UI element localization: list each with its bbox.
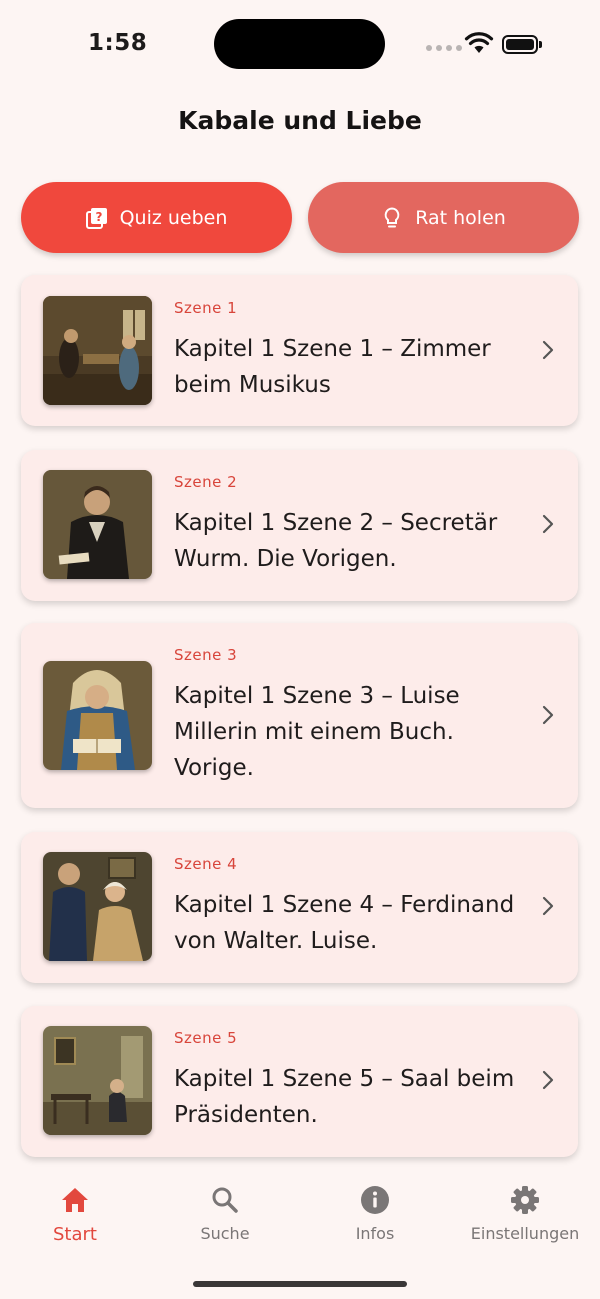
action-buttons: ? Quiz ueben Rat holen: [21, 182, 579, 253]
wifi-icon: [464, 32, 494, 53]
chevron-right-icon: [542, 514, 554, 534]
gear-icon: [509, 1184, 541, 1216]
nav-item-suche[interactable]: Suche: [150, 1184, 300, 1243]
scene-2-label: Szene 2: [174, 473, 238, 491]
scene-card-2[interactable]: Szene 2 Kapitel 1 Szene 2 – Secretär Wur…: [21, 450, 578, 601]
scene-card-3[interactable]: Szene 3 Kapitel 1 Szene 3 – Luise Miller…: [21, 623, 578, 808]
nav-label-suche: Suche: [200, 1224, 250, 1243]
scene-1-thumbnail: [43, 296, 152, 405]
cellular-signal-icon: [426, 45, 462, 51]
quiz-icon: ?: [85, 207, 108, 229]
scene-3-thumbnail: [43, 661, 152, 770]
chevron-right-icon: [542, 1070, 554, 1090]
scene-4-thumbnail: [43, 852, 152, 961]
status-time: 1:58: [88, 30, 148, 56]
chevron-right-icon: [542, 705, 554, 725]
scene-3-title: Kapitel 1 Szene 3 – Luise Millerin mit e…: [174, 683, 460, 781]
battery-icon: [502, 35, 542, 54]
app-screen: 1:58 Kabale und Liebe ? Quiz ueben Rat h…: [0, 0, 600, 1299]
scene-4-label: Szene 4: [174, 855, 238, 873]
scene-3-label: Szene 3: [174, 646, 238, 664]
scene-1-label: Szene 1: [174, 299, 238, 317]
nav-label-start: Start: [53, 1224, 97, 1245]
nav-item-start[interactable]: Start: [0, 1184, 150, 1245]
advice-button-label: Rat holen: [415, 206, 506, 229]
scene-5-label: Szene 5: [174, 1029, 238, 1047]
nav-item-infos[interactable]: Infos: [300, 1184, 450, 1243]
scene-card-5[interactable]: Szene 5 Kapitel 1 Szene 5 – Saal beim Pr…: [21, 1006, 578, 1157]
scene-card-4[interactable]: Szene 4 Kapitel 1 Szene 4 – Ferdinand vo…: [21, 832, 578, 983]
info-icon: [359, 1184, 391, 1216]
scene-2-title: Kapitel 1 Szene 2 – Secretär Wurm. Die V…: [174, 510, 498, 572]
quiz-button[interactable]: ? Quiz ueben: [21, 182, 292, 253]
scene-2-thumbnail: [43, 470, 152, 579]
lightbulb-icon: [381, 206, 403, 229]
home-indicator: [193, 1281, 407, 1287]
nav-label-infos: Infos: [355, 1224, 395, 1243]
nav-label-einstellungen: Einstellungen: [470, 1224, 580, 1243]
scene-card-1[interactable]: Szene 1 Kapitel 1 Szene 1 – Zimmer beim …: [21, 275, 578, 426]
search-icon: [209, 1184, 241, 1216]
scene-5-title: Kapitel 1 Szene 5 – Saal beim Präsidente…: [174, 1066, 515, 1128]
scene-5-thumbnail: [43, 1026, 152, 1135]
advice-button[interactable]: Rat holen: [308, 182, 579, 253]
chevron-right-icon: [542, 896, 554, 916]
status-bar: 1:58: [0, 0, 600, 90]
dynamic-island: [214, 19, 385, 69]
scene-4-title: Kapitel 1 Szene 4 – Ferdinand von Walter…: [174, 892, 515, 954]
scene-1-title: Kapitel 1 Szene 1 – Zimmer beim Musikus: [174, 336, 491, 398]
page-title: Kabale und Liebe: [178, 106, 422, 135]
home-icon: [59, 1184, 91, 1216]
nav-item-einstellungen[interactable]: Einstellungen: [450, 1184, 600, 1243]
svg-text:?: ?: [95, 210, 102, 224]
quiz-button-label: Quiz ueben: [119, 206, 228, 229]
bottom-nav: Start Suche Infos Einstellungen: [0, 1172, 600, 1252]
chevron-right-icon: [542, 340, 554, 360]
